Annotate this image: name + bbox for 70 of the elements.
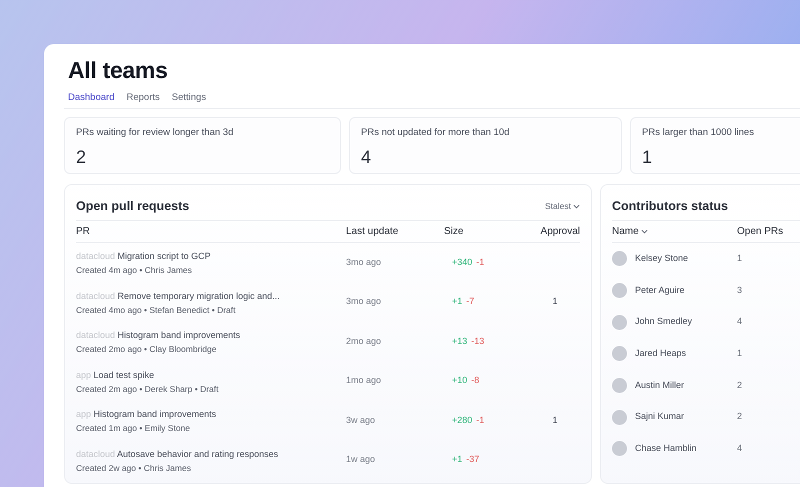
table-cell-text: 3w ago	[346, 414, 376, 427]
lines-removed: -37	[466, 453, 480, 466]
avatar	[612, 314, 627, 330]
chevron-down-icon	[573, 204, 580, 209]
card-title: Open pull requests	[76, 198, 190, 215]
card-title: Contributors status	[612, 198, 728, 215]
sort-column-header[interactable]: Name	[612, 224, 648, 239]
table-cell-text: 1w ago	[346, 453, 376, 466]
contributor-name: Peter Aguire	[635, 284, 685, 297]
open-pr-count: 3	[737, 284, 744, 297]
approval-count: 1	[552, 414, 558, 425]
column-header: Size	[444, 224, 464, 239]
approval-count: 1	[552, 296, 558, 306]
pr-meta: Created 4m ago • Chris James	[76, 264, 193, 277]
lines-added: +280	[452, 414, 472, 427]
avatar	[612, 346, 627, 362]
lines-removed: -7	[466, 295, 474, 308]
sort-dropdown[interactable]: Stalest	[545, 200, 580, 213]
lines-removed: -1	[476, 256, 484, 269]
contributor-name: Austin Miller	[635, 378, 684, 392]
avatar	[612, 378, 627, 393]
stat-value: 4	[361, 146, 372, 170]
open-pr-count: 1	[737, 347, 744, 360]
pr-title[interactable]: datacloud Migration script to GCP	[76, 248, 346, 264]
column-header: Approval	[540, 224, 580, 239]
open-pr-count: 4	[737, 442, 744, 456]
stat-value: 2	[76, 146, 88, 170]
table-cell-text: 2mo ago	[346, 334, 382, 348]
avatar	[612, 251, 627, 266]
lines-removed: -1	[476, 414, 484, 427]
page-title: All teams	[68, 57, 169, 85]
contributor-name: Chase Hamblin	[635, 442, 697, 456]
column-header: Open PRs	[737, 224, 784, 239]
tab[interactable]: Settings	[168, 90, 210, 108]
open-pr-count: 2	[737, 410, 744, 424]
avatar	[612, 441, 627, 456]
open-pr-count: 1	[737, 252, 744, 265]
stat-label: PRs larger than 1000 lines	[642, 126, 755, 140]
pr-meta: Created 1m ago • Emily Stone	[76, 422, 192, 435]
lines-added: +1	[452, 453, 462, 466]
open-pr-count: 2	[737, 378, 744, 392]
table-cell-text: 3mo ago	[346, 256, 382, 269]
lines-removed: -8	[471, 374, 480, 388]
table-cell-text: 3mo ago	[346, 295, 382, 308]
table-cell-text: 1mo ago	[346, 374, 382, 388]
tab[interactable]: Dashboard	[64, 90, 118, 108]
pr-meta: Created 2w ago • Chris James	[76, 462, 192, 474]
pr-meta: Created 2mo ago • Clay Bloombridge	[76, 343, 218, 356]
column-header: Last update	[346, 224, 400, 239]
avatar	[612, 410, 627, 425]
stat-value: 1	[642, 146, 654, 170]
lines-added: +10	[452, 374, 468, 388]
lines-added: +13	[452, 334, 468, 348]
open-pr-count: 4	[737, 315, 744, 328]
contributor-name: Jared Heaps	[635, 347, 686, 360]
pr-meta: Created 4mo ago • Stefan Benedict • Draft	[76, 304, 237, 316]
pr-title[interactable]: datacloud Remove temporary migration logic and...	[76, 288, 346, 304]
lines-removed: -13	[471, 334, 484, 348]
contributor-name: Kelsey Stone	[635, 252, 688, 265]
avatar	[612, 282, 627, 298]
stat-label: PRs waiting for review longer than 3d	[76, 126, 234, 140]
contributor-name: Sajni Kumar	[635, 410, 684, 424]
contributor-name: John Smedley	[635, 315, 692, 328]
chevron-down-icon	[640, 228, 648, 234]
pr-meta: Created 2m ago • Derek Sharp • Draft	[76, 382, 220, 396]
column-header: PR	[76, 224, 91, 239]
stat-label: PRs not updated for more than 10d	[361, 126, 510, 140]
tab[interactable]: Reports	[122, 90, 164, 108]
lines-added: +340	[452, 256, 472, 269]
lines-added: +1	[452, 295, 462, 308]
